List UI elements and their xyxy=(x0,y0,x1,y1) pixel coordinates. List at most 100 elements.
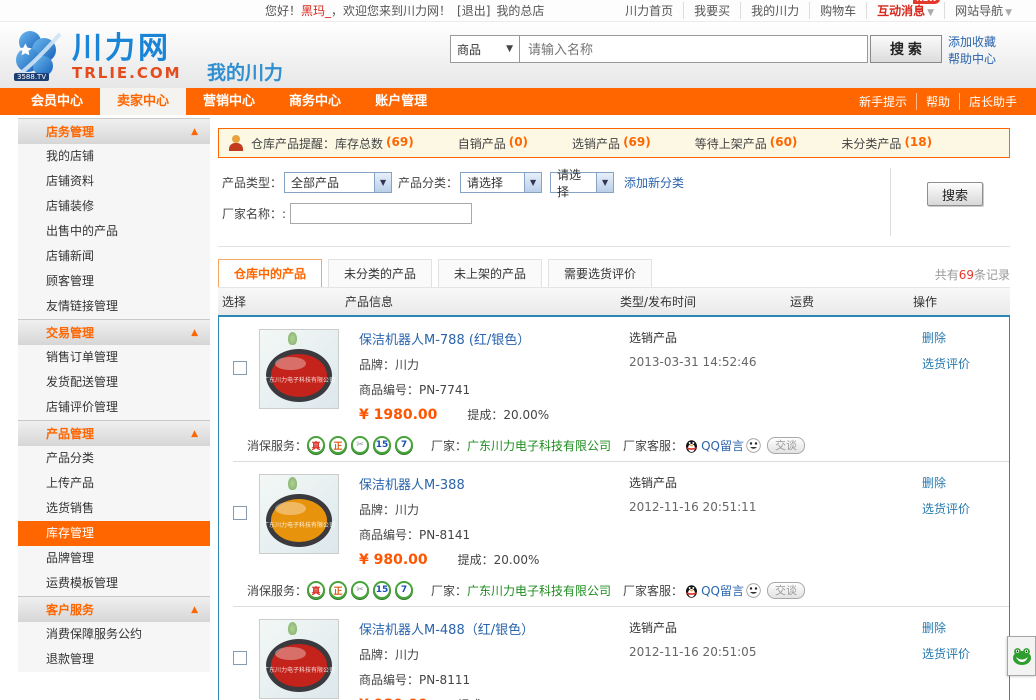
top-info-bar: 您好！黑玛_，欢迎您来到川力网！ [退出] 我的总店 川力首页 我要买 我的川力… xyxy=(0,0,1036,22)
product-title-link[interactable]: 保洁机器人M-388 xyxy=(359,474,629,493)
header-search: 商品 ▼ 搜 索 xyxy=(450,35,942,63)
product-image[interactable]: 广东川力电子科技有限公司 xyxy=(259,619,339,699)
collapse-icon: ▲ xyxy=(191,429,198,439)
service-badge-7: 7 xyxy=(395,581,413,599)
vendor-name-input[interactable] xyxy=(290,203,472,224)
sidebar-group-store[interactable]: 店务管理▲ xyxy=(18,118,210,144)
delete-link[interactable]: 删除 xyxy=(922,619,1009,636)
qq-penguin-icon[interactable] xyxy=(685,583,698,598)
nav-marketing-center[interactable]: 营销中心 xyxy=(186,88,272,115)
plant-decoration xyxy=(288,477,297,490)
category-select-2[interactable]: 请选择 ▼ xyxy=(550,172,614,193)
chevron-down-icon: ▼ xyxy=(524,173,541,192)
add-category-link[interactable]: 添加新分类 xyxy=(624,174,684,191)
frog-icon xyxy=(1012,647,1032,665)
sidebar-item-shop-decor[interactable]: 店铺装修 xyxy=(18,194,210,219)
my-store-link[interactable]: 我的总店 xyxy=(496,2,544,19)
sidebar-item-my-shop[interactable]: 我的店铺 xyxy=(18,144,210,169)
delete-link[interactable]: 删除 xyxy=(922,474,1009,491)
sidebar-group-product[interactable]: 产品管理▲ xyxy=(18,420,210,446)
logo-icon: 3588.TV xyxy=(10,28,66,82)
home-link[interactable]: 川力首页 xyxy=(615,2,683,19)
service-badge-authentic: 正 xyxy=(329,436,347,454)
product-image[interactable]: 广东川力电子科技有限公司 xyxy=(259,474,339,554)
record-count: 共有69条记录 xyxy=(935,266,1010,287)
chat-button[interactable]: 交谈 xyxy=(767,582,805,599)
sidebar-item-consumer-guarantee[interactable]: 消费保障服务公约 xyxy=(18,622,210,647)
sidebar-item-upload-product[interactable]: 上传产品 xyxy=(18,471,210,496)
search-category-select[interactable]: 商品 ▼ xyxy=(450,35,520,63)
nav-seller-center[interactable]: 卖家中心 xyxy=(100,88,186,115)
tab-unlisted-products[interactable]: 未上架的产品 xyxy=(438,259,542,287)
filter-section: 产品类型： 全部产品 ▼ 产品分类： 请选择 ▼ 请选择 ▼ 添加新分类 厂家名… xyxy=(218,158,1010,247)
row-checkbox[interactable] xyxy=(233,361,247,375)
sidebar-group-customer-service[interactable]: 客户服务▲ xyxy=(18,596,210,622)
service-badge-authentic: 正 xyxy=(329,581,347,599)
row-checkbox[interactable] xyxy=(233,506,247,520)
qq-message-link[interactable]: QQ留言 xyxy=(701,582,744,599)
qq-message-link[interactable]: QQ留言 xyxy=(701,437,744,454)
shopkeeper-assistant-link[interactable]: 店长助手 xyxy=(959,93,1026,110)
product-type-select[interactable]: 全部产品 ▼ xyxy=(284,172,392,193)
pick-review-link[interactable]: 选货评价 xyxy=(922,500,1009,517)
sidebar-item-shipping-mgmt[interactable]: 发货配送管理 xyxy=(18,370,210,395)
category-select-1[interactable]: 请选择 ▼ xyxy=(460,172,542,193)
chat-face-icon[interactable] xyxy=(746,583,761,598)
pick-review-link[interactable]: 选货评价 xyxy=(922,645,1009,662)
buy-link[interactable]: 我要买 xyxy=(683,2,740,19)
cart-link[interactable]: 购物车 xyxy=(809,2,866,19)
table-header: 选择 产品信息 类型/发布时间 运费 操作 xyxy=(218,287,1010,315)
delete-link[interactable]: 删除 xyxy=(922,329,1009,346)
username: 黑玛_ xyxy=(301,4,331,18)
pick-review-link[interactable]: 选货评价 xyxy=(922,355,1009,372)
service-badge-genuine: 真 xyxy=(307,436,325,454)
plant-decoration xyxy=(288,622,297,635)
tab-warehouse-products[interactable]: 仓库中的产品 xyxy=(218,259,322,287)
sidebar-item-shop-reviews[interactable]: 店铺评价管理 xyxy=(18,395,210,420)
tab-uncategorized-products[interactable]: 未分类的产品 xyxy=(328,259,432,287)
help-center-link[interactable]: 帮助中心 xyxy=(948,51,996,68)
sidebar-item-brand-mgmt[interactable]: 品牌管理 xyxy=(18,546,210,571)
messages-link[interactable]: 互动消息▼ NEW xyxy=(866,2,944,19)
chat-button[interactable]: 交谈 xyxy=(767,437,805,454)
greeting: 您好！黑玛_，欢迎您来到川力网！ xyxy=(265,2,451,19)
sidebar-item-product-categories[interactable]: 产品分类 xyxy=(18,446,210,471)
row-checkbox[interactable] xyxy=(233,651,247,665)
qq-penguin-icon[interactable] xyxy=(685,438,698,453)
chevron-down-icon: ▼ xyxy=(1005,8,1012,18)
sidebar-item-products-on-sale[interactable]: 出售中的产品 xyxy=(18,219,210,244)
sidebar-item-links-mgmt[interactable]: 友情链接管理 xyxy=(18,294,210,319)
filter-separator xyxy=(890,168,891,236)
chevron-down-icon: ▼ xyxy=(506,44,513,54)
table-row: 广东川力电子科技有限公司 保洁机器人M-488（红/银色） 品牌：川力 商品编号… xyxy=(219,607,1009,700)
chat-face-icon[interactable] xyxy=(746,438,761,453)
add-favorite-link[interactable]: 添加收藏 xyxy=(948,34,996,51)
my-trlie-link[interactable]: 我的川力 xyxy=(740,2,809,19)
collapse-icon: ▲ xyxy=(191,328,198,338)
sidebar-item-sales-orders[interactable]: 销售订单管理 xyxy=(18,345,210,370)
nav-account-center[interactable]: 账户管理 xyxy=(358,88,444,115)
search-input[interactable] xyxy=(520,35,868,63)
novice-tips-link[interactable]: 新手提示 xyxy=(850,93,916,110)
nav-member-center[interactable]: 会员中心 xyxy=(14,88,100,115)
tab-needs-review[interactable]: 需要选货评价 xyxy=(548,259,652,287)
product-title-link[interactable]: 保洁机器人M-488（红/银色） xyxy=(359,619,629,638)
sidebar-item-refund-mgmt[interactable]: 退款管理 xyxy=(18,647,210,672)
logout-link[interactable]: [退出] xyxy=(457,2,490,19)
sidebar-group-trade[interactable]: 交易管理▲ xyxy=(18,319,210,345)
sidebar-item-inventory-mgmt[interactable]: 库存管理 xyxy=(18,521,210,546)
filter-search-button[interactable]: 搜索 xyxy=(927,182,983,206)
search-button[interactable]: 搜 索 xyxy=(870,35,942,63)
site-domain: TRLIE.COM xyxy=(72,64,182,82)
chat-widget-button[interactable] xyxy=(1007,636,1036,676)
nav-business-center[interactable]: 商务中心 xyxy=(272,88,358,115)
help-link[interactable]: 帮助 xyxy=(916,93,959,110)
sidebar-item-customer-mgmt[interactable]: 顾客管理 xyxy=(18,269,210,294)
sidebar-item-shop-info[interactable]: 店铺资料 xyxy=(18,169,210,194)
product-title-link[interactable]: 保洁机器人M-788 (红/银色） xyxy=(359,329,629,348)
product-image[interactable]: 广东川力电子科技有限公司 xyxy=(259,329,339,409)
sitemap-link[interactable]: 网站导航▼ xyxy=(944,2,1022,19)
sidebar-item-shop-news[interactable]: 店铺新闻 xyxy=(18,244,210,269)
sidebar-item-freight-templates[interactable]: 运费模板管理 xyxy=(18,571,210,596)
sidebar-item-pick-sell[interactable]: 选货销售 xyxy=(18,496,210,521)
